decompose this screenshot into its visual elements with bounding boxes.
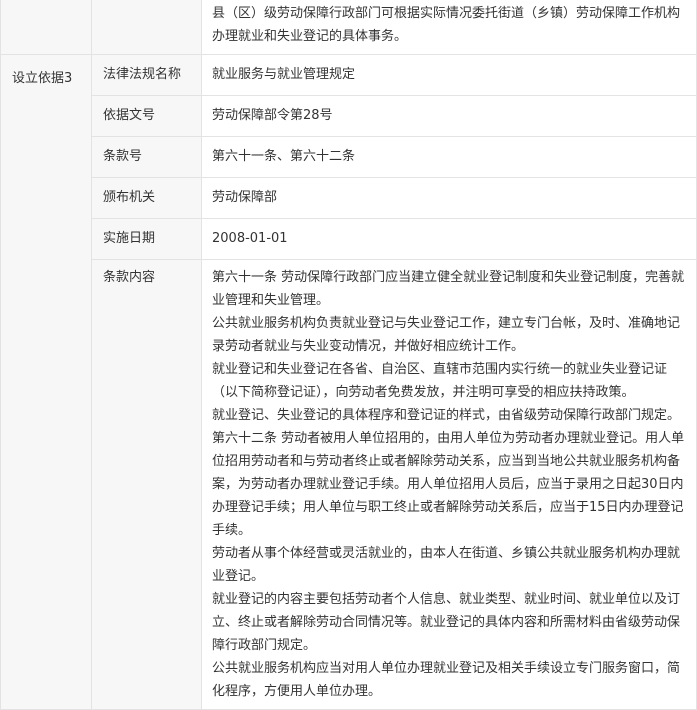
row-value: 就业服务与就业管理规定 [212,67,356,82]
row-value: 2008-01-01 [212,231,288,246]
paragraph: 就业登记和失业登记在各省、自治区、直辖市范围内实行统一的就业失业登记证（以下简称… [212,362,668,400]
table-row: 颁布机关 劳动保障部 [92,178,696,219]
paragraph: 第六十一条 劳动保障行政部门应当建立健全就业登记制度和失业登记制度，完善就业管理… [212,270,685,308]
row-key: 依据文号 [92,96,202,136]
empty-cell [92,0,202,54]
table-row-content: 条款内容 第六十一条 劳动保障行政部门应当建立健全就业登记制度和失业登记制度，完… [92,260,696,709]
table-row: 实施日期 2008-01-01 [92,219,696,260]
row-key: 条款内容 [92,260,202,709]
clause-content: 第六十一条 劳动保障行政部门应当建立健全就业登记制度和失业登记制度，完善就业管理… [202,260,696,709]
paragraph: 公共就业服务机构负责就业登记与失业登记工作，建立专门台帐，及时、准确地记录劳动者… [212,316,681,354]
legal-basis-table: 县（区）级劳动保障行政部门可根据实际情况委托街道（乡镇）劳动保障工作机构办理就业… [0,0,697,710]
basis-label: 设立依据3 [1,55,92,709]
row-value: 劳动保障部令第28号 [212,108,333,123]
row-key: 实施日期 [92,219,202,259]
paragraph: 第六十二条 劳动者被用人单位招用的，由用人单位为劳动者办理就业登记。用人单位招用… [212,431,685,538]
paragraph: 县（区）级劳动保障行政部门可根据实际情况委托街道（乡镇）劳动保障工作机构办理就业… [212,6,681,44]
basis-group: 设立依据3 法律法规名称 就业服务与就业管理规定 依据文号 劳动保障部令第28号… [1,55,696,710]
empty-cell [1,0,92,54]
row-key: 颁布机关 [92,178,202,218]
top-row-text: 县（区）级劳动保障行政部门可根据实际情况委托街道（乡镇）劳动保障工作机构办理就业… [202,0,696,54]
paragraph: 就业登记、失业登记的具体程序和登记证的样式，由省级劳动保障行政部门规定。 [212,408,681,423]
row-value: 劳动保障部 [212,190,278,205]
paragraph: 劳动者从事个体经营或灵活就业的，由本人在街道、乡镇公共就业服务机构办理就业登记。 [212,546,681,584]
table-row-top: 县（区）级劳动保障行政部门可根据实际情况委托街道（乡镇）劳动保障工作机构办理就业… [1,0,696,55]
table-row: 法律法规名称 就业服务与就业管理规定 [92,55,696,96]
table-row: 依据文号 劳动保障部令第28号 [92,96,696,137]
row-key: 条款号 [92,137,202,177]
basis-rows: 法律法规名称 就业服务与就业管理规定 依据文号 劳动保障部令第28号 条款号 第… [92,55,696,709]
table-row: 条款号 第六十一条、第六十二条 [92,137,696,178]
row-value: 第六十一条、第六十二条 [212,149,356,164]
paragraph: 公共就业服务机构应当对用人单位办理就业登记及相关手续设立专门服务窗口，简化程序，… [212,661,681,699]
paragraph: 就业登记的内容主要包括劳动者个人信息、就业类型、就业时间、就业单位以及订立、终止… [212,592,681,653]
row-key: 法律法规名称 [92,55,202,95]
